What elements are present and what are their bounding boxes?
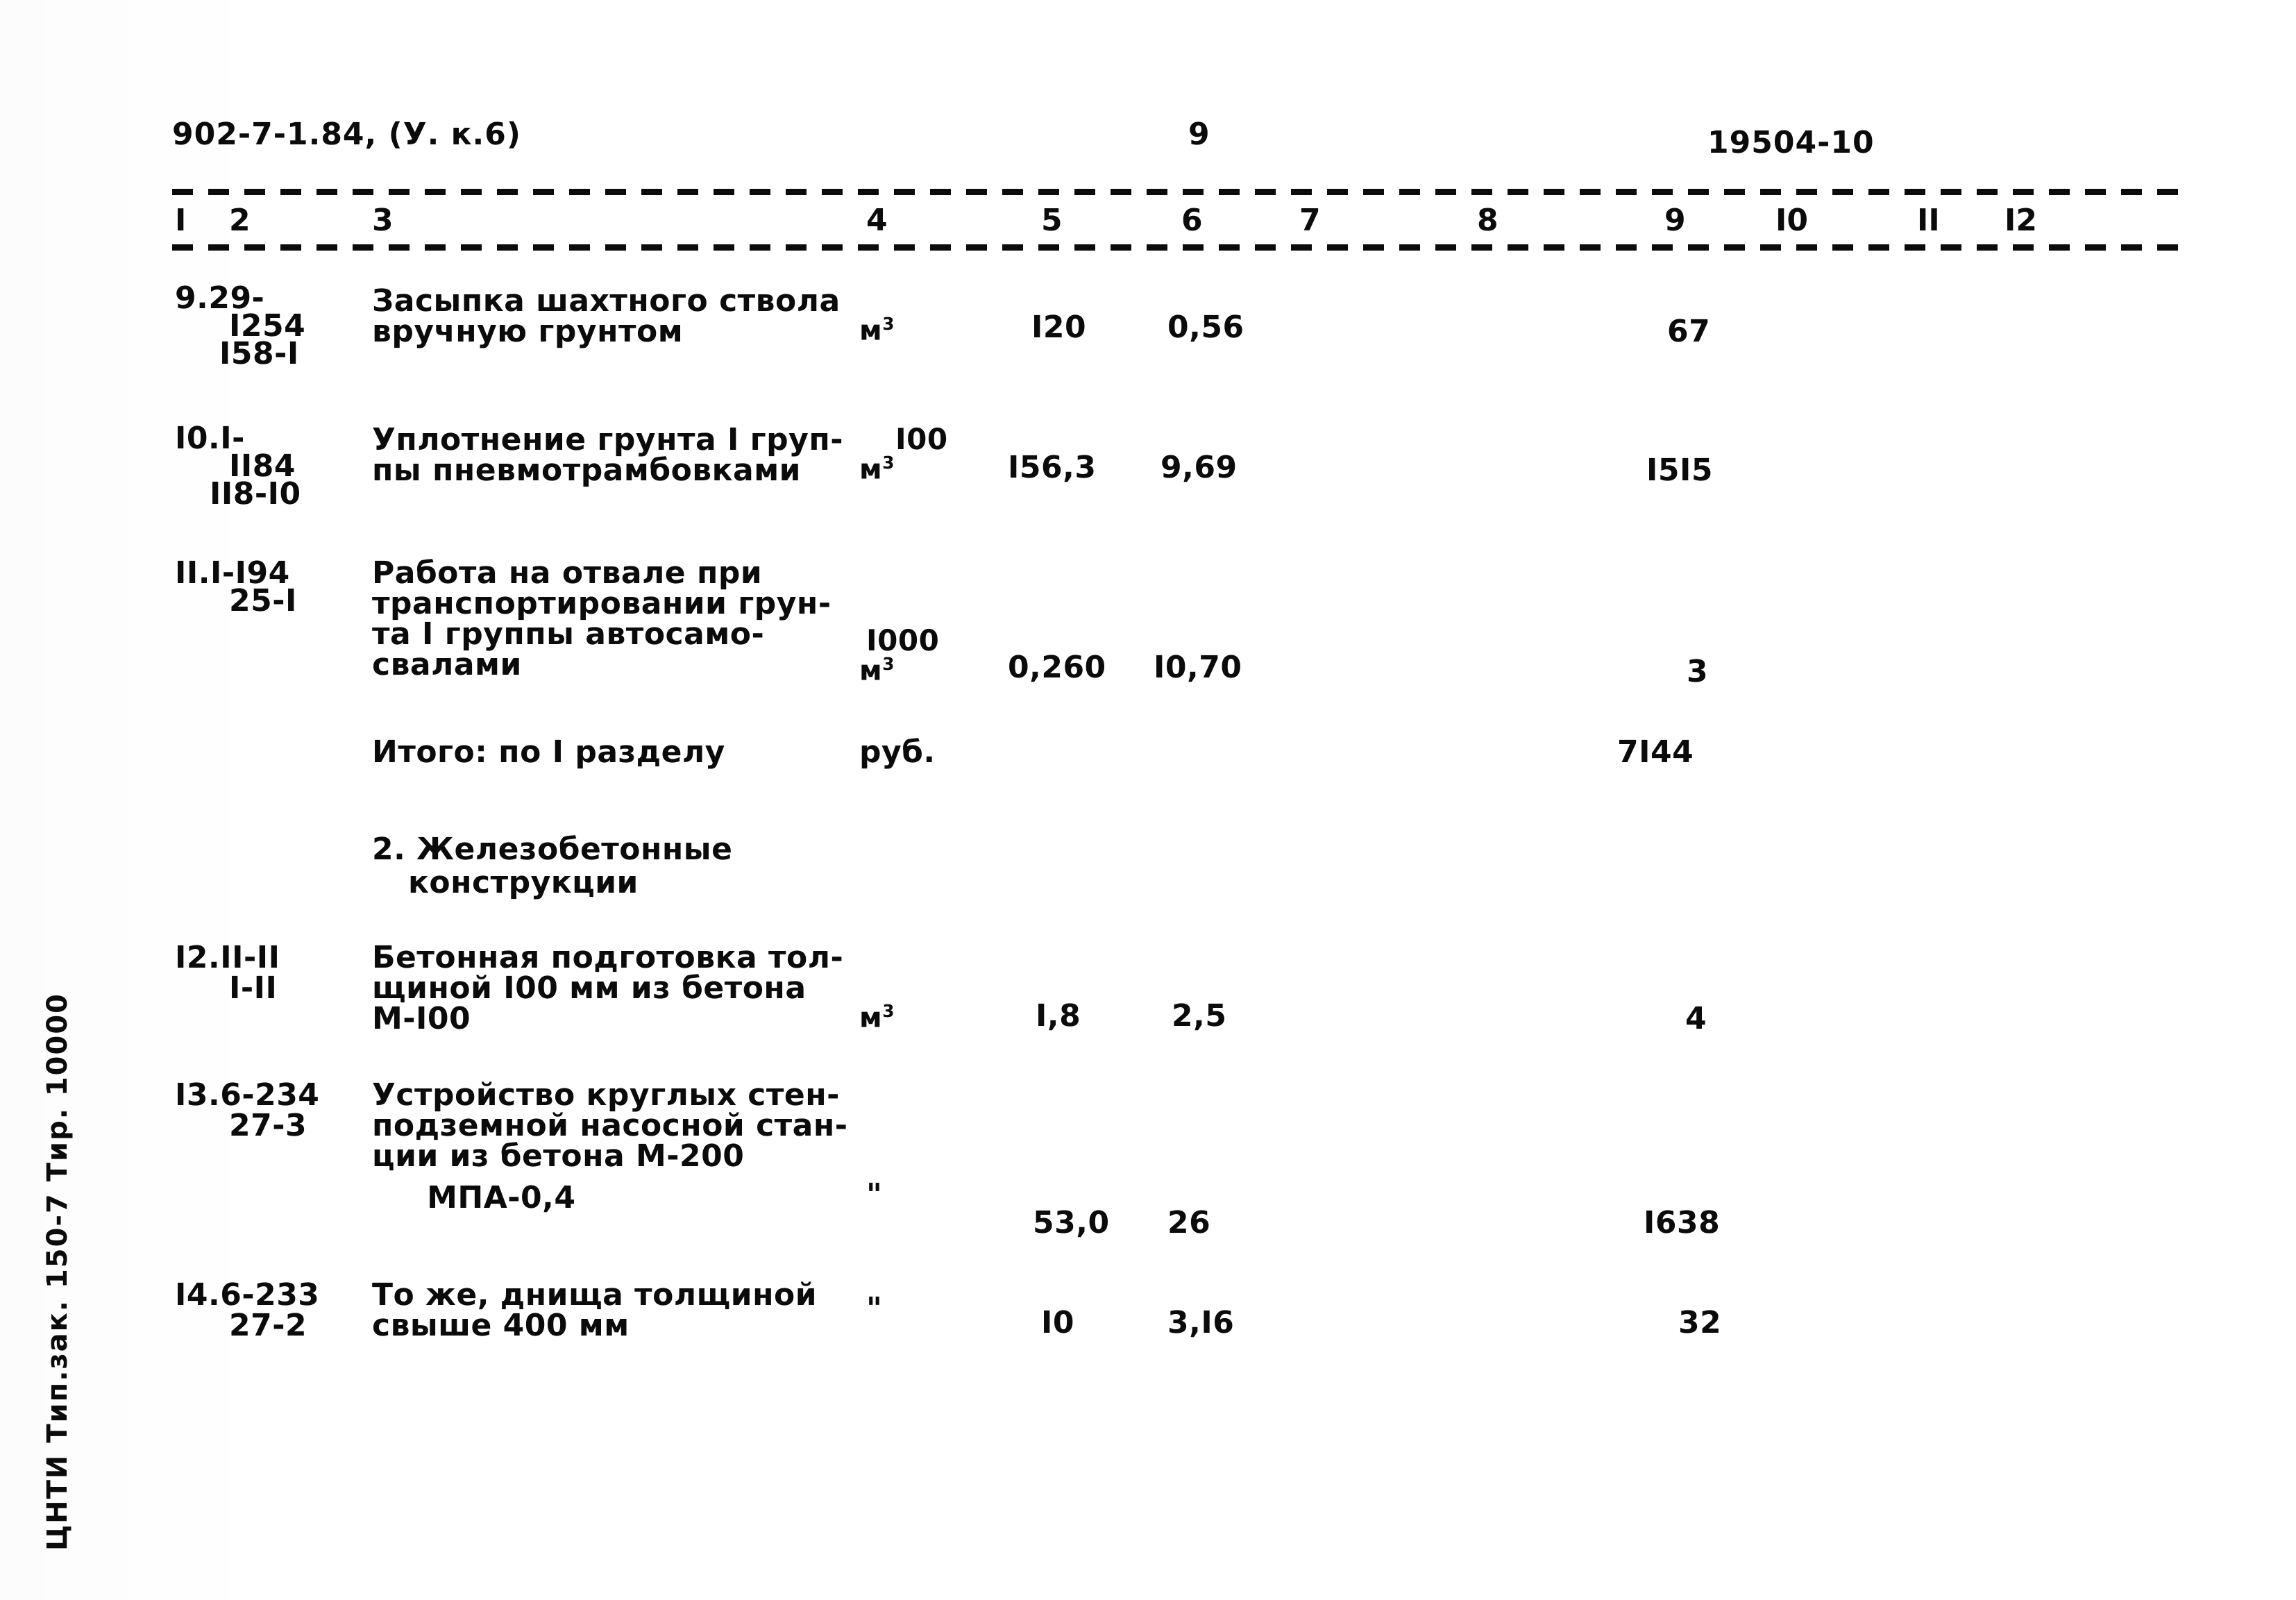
row-unit: м3 [859,453,894,487]
row-code-line: I-II [229,970,278,1006]
printer-imprint: ЦНТИ Тип.зак. 150-7 Тир. 10000 [42,993,74,1551]
document-code: 902-7-1.84, (У. к.6) [172,117,521,152]
row-col9: 3 [1687,654,1709,689]
row-code-line: 25-I [229,583,297,618]
column-number-4: 4 [866,203,888,238]
column-number-3: 3 [372,203,394,238]
table-rule-top [172,189,2185,195]
row-col5: I0 [1041,1305,1074,1340]
row-unit-text: м [859,1002,883,1034]
row-unit-superscript: 3 [882,453,895,473]
row-description-line: МПА-0,4 [372,1180,576,1215]
column-number-11: II [1917,203,1940,238]
row-description-line: пы пневмотрамбовками [372,453,801,488]
row-description-line: свыше 400 мм [372,1308,630,1343]
document-page: 902-7-1.84, (У. к.6) 9 19504-10 I 2 3 4 … [0,0,2296,1600]
column-number-9: 9 [1664,203,1686,238]
row-code-line: 27-3 [229,1108,307,1143]
row-unit-text: м [859,314,883,347]
row-col6: 2,5 [1172,998,1227,1034]
row-unit: м3 [859,314,894,348]
column-number-5: 5 [1041,203,1063,238]
row-description-line: ции из бетона М-200 [372,1138,745,1174]
subtotal-col9: 7I44 [1617,734,1694,770]
row-col5: I,8 [1036,998,1081,1034]
page-number: 9 [1188,117,1210,152]
row-code-line: I58-I [219,336,299,371]
row-col5: I20 [1031,310,1087,345]
row-code-line: 27-2 [229,1308,307,1343]
row-col9: 67 [1667,314,1711,349]
row-col6: I0,70 [1154,650,1242,685]
row-unit-superscript: 3 [882,1001,895,1021]
subtotal-unit: руб. [859,734,936,770]
column-number-8: 8 [1477,203,1499,238]
sheet-number: 19504-10 [1707,125,1875,160]
row-unit-prefix: I000 [866,623,940,657]
section-heading-line: 2. Железобетонные [372,832,733,867]
row-col5: 0,260 [1008,650,1106,685]
row-col9: 32 [1678,1305,1722,1340]
row-col9: I638 [1644,1205,1721,1240]
row-unit: " [866,1177,883,1213]
row-unit: " [866,1291,883,1327]
row-description-line: М-I00 [372,1001,471,1036]
table-rule-bottom [172,244,2185,251]
row-description-line: свалами [372,647,522,682]
row-unit: м3 [859,1001,894,1035]
row-col6: 9,69 [1160,450,1238,485]
section-heading-line: конструкции [408,865,639,900]
row-description-line: вручную грунтом [372,314,684,349]
row-unit-superscript: 3 [882,654,895,674]
row-unit-superscript: 3 [882,314,895,334]
column-number-6: 6 [1181,203,1203,238]
row-col6: 26 [1167,1205,1211,1240]
row-col9: 4 [1685,1001,1707,1036]
scan-tint-overlay [0,0,2296,1600]
row-col9: I5I5 [1646,453,1713,488]
row-code-line: II8-I0 [210,476,301,512]
row-unit-text: м [859,453,883,486]
row-unit-prefix: I00 [895,422,948,456]
row-unit: м3 [859,654,894,688]
column-number-10: I0 [1775,203,1808,238]
row-unit-text: м [859,655,883,687]
row-col6: 0,56 [1167,310,1244,345]
row-col5: 53,0 [1033,1205,1110,1240]
column-number-1: I [175,203,187,238]
column-number-7: 7 [1299,203,1321,238]
subtotal-label: Итого: по I разделу [372,734,725,770]
row-col5: I56,3 [1008,450,1097,485]
row-col6: 3,I6 [1167,1305,1235,1340]
column-number-2: 2 [229,203,251,238]
column-number-12: I2 [2004,203,2037,238]
